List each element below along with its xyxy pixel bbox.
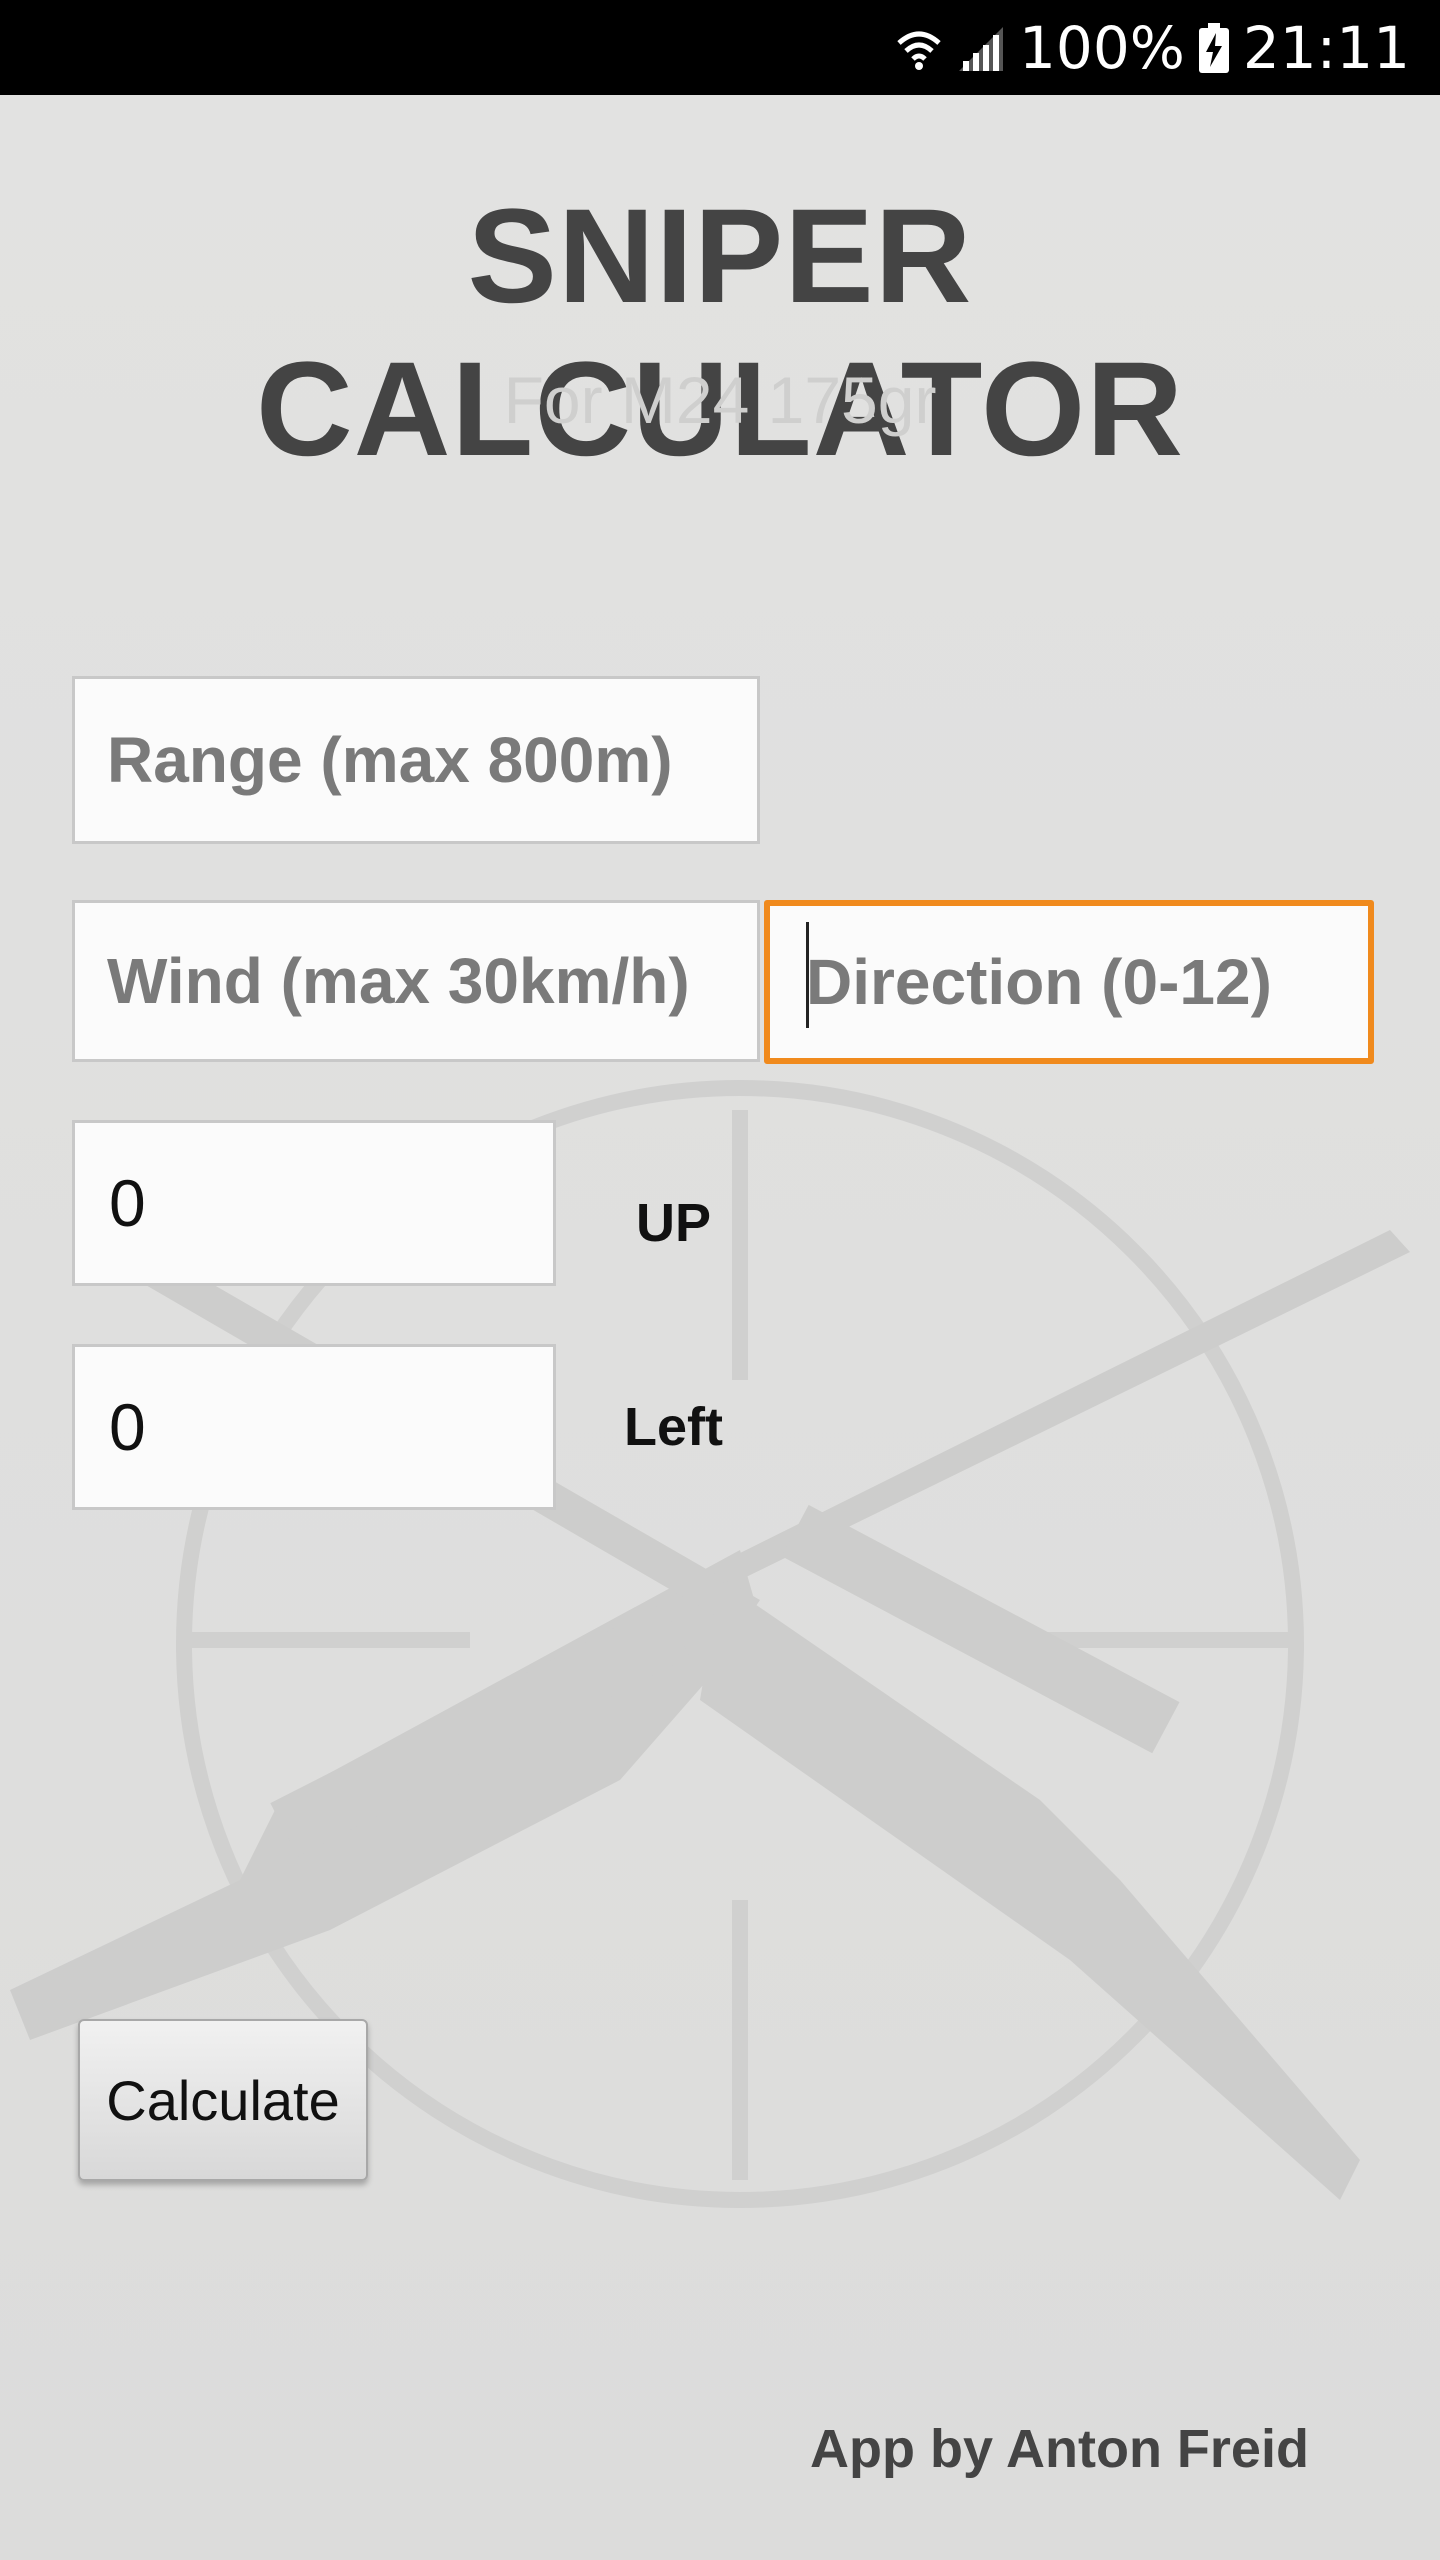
text-cursor <box>806 922 809 1028</box>
direction-input[interactable] <box>764 900 1374 1064</box>
range-input[interactable] <box>72 676 760 844</box>
calculate-button[interactable]: Calculate <box>78 2019 368 2181</box>
left-label: Left <box>624 1397 723 1457</box>
battery-percent: 100% <box>1019 13 1185 82</box>
status-time: 21:11 <box>1242 13 1410 82</box>
wifi-icon <box>895 23 943 73</box>
up-label: UP <box>636 1193 712 1253</box>
battery-charging-icon <box>1198 22 1229 73</box>
status-bar: 100% 21:11 <box>0 0 1440 95</box>
signal-icon <box>957 23 1005 73</box>
wind-input[interactable] <box>72 900 760 1062</box>
app-title: SNIPER CALCULATOR <box>255 182 1185 484</box>
up-value-field[interactable] <box>72 1120 556 1286</box>
app-credit: App by Anton Freid <box>810 2419 1309 2479</box>
left-value-field[interactable] <box>72 1344 556 1510</box>
app-subtitle: For M24 175gr <box>503 363 937 437</box>
